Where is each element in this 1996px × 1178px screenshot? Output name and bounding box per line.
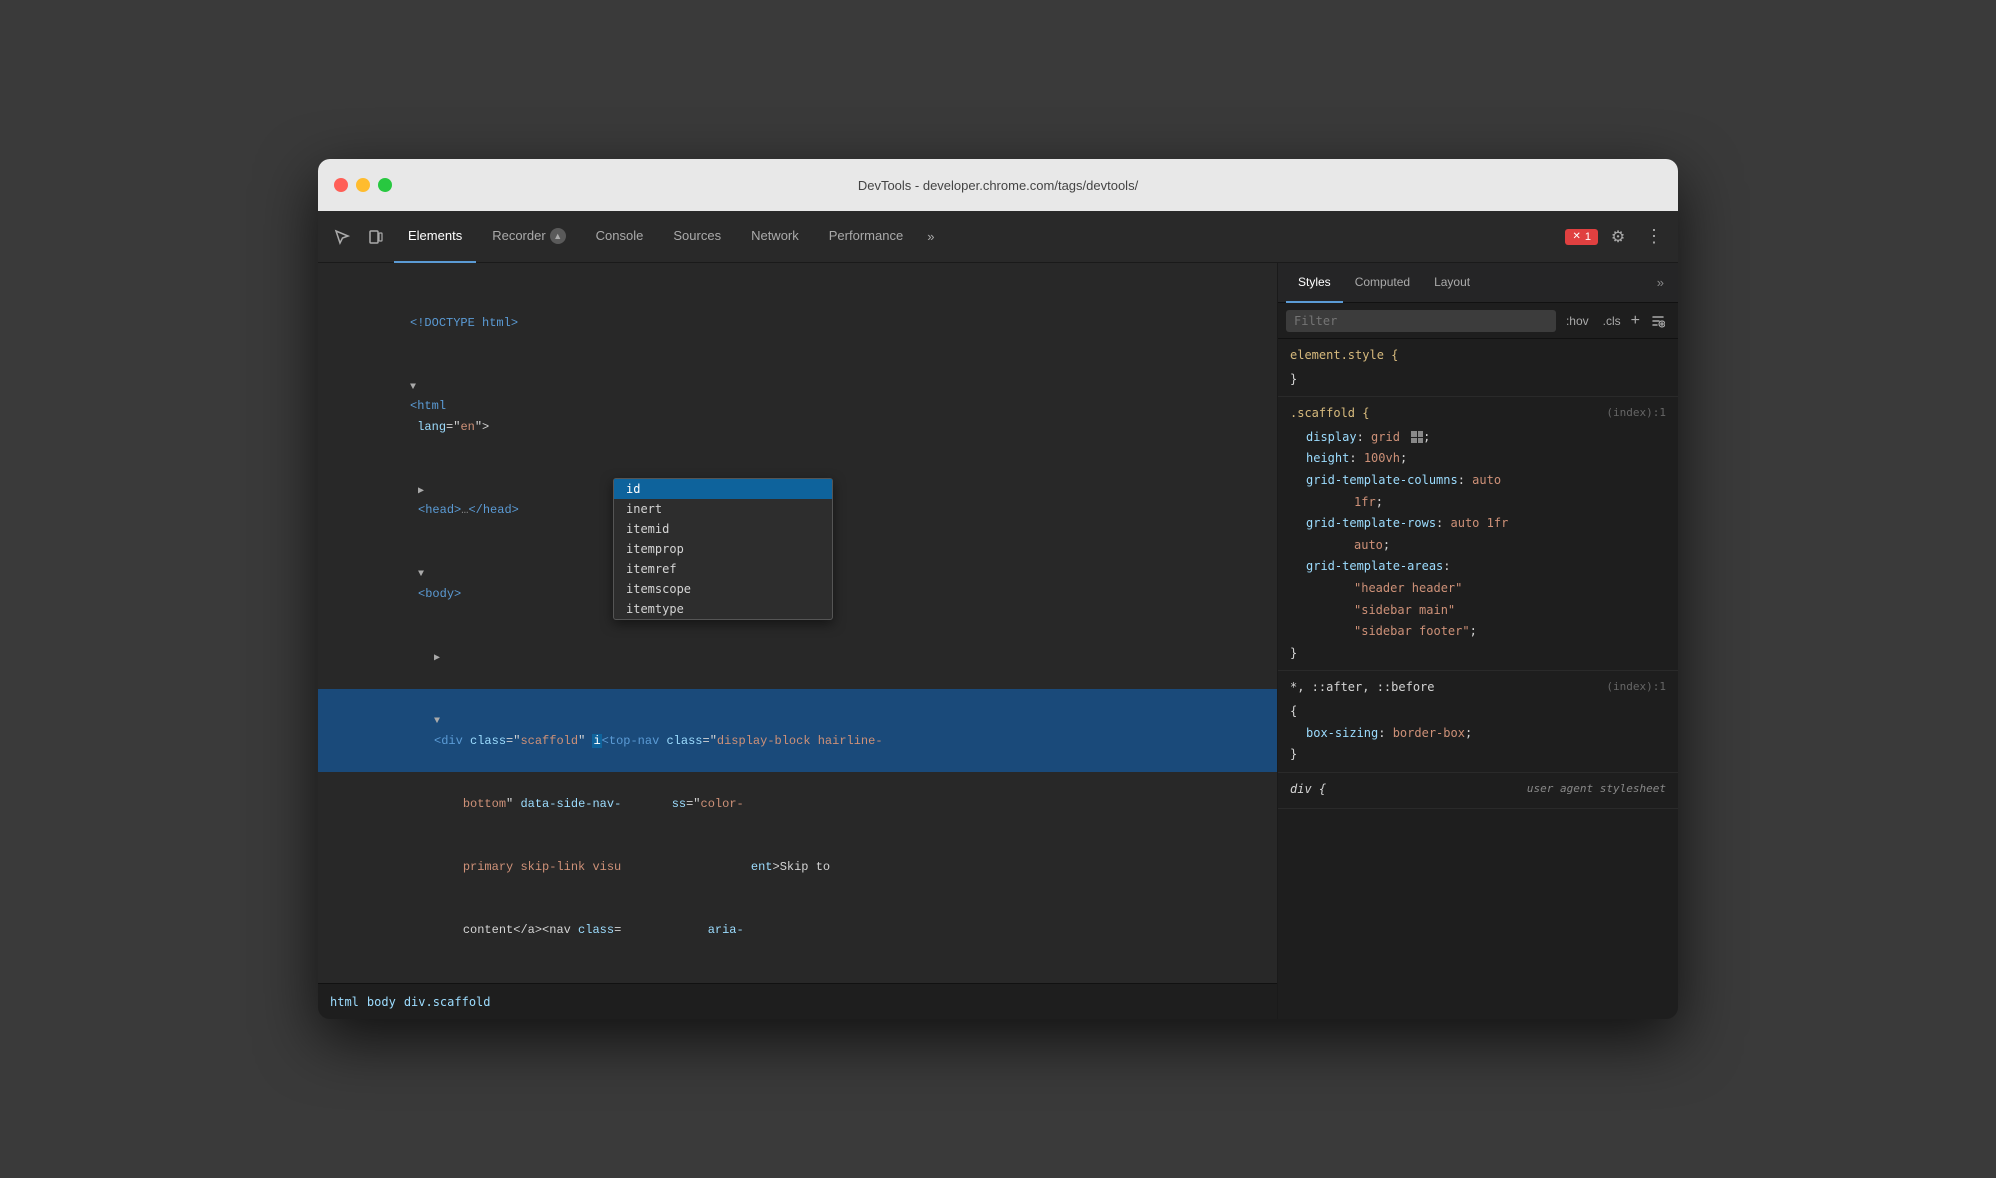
autocomplete-item-id[interactable]: id <box>614 479 832 499</box>
error-x-icon: ✕ <box>1572 231 1580 242</box>
element-style-rule: element.style { } <box>1278 339 1678 397</box>
expand-icon[interactable] <box>410 379 422 396</box>
breadcrumb-body[interactable]: body <box>367 995 396 1009</box>
prop-display[interactable]: display: grid ; <box>1290 427 1666 449</box>
tab-console[interactable]: Console <box>582 211 658 263</box>
dom-panel: <!DOCTYPE html> <html lang="en"> <head>…… <box>318 263 1278 1019</box>
title-bar: DevTools - developer.chrome.com/tags/dev… <box>318 159 1678 211</box>
rule-source-useragent: user agent stylesheet <box>1527 779 1666 799</box>
traffic-lights <box>334 178 392 192</box>
styles-filter-bar: :hov .cls + <box>1278 303 1678 339</box>
rule-selector-universal: *, ::after, ::before (index):1 <box>1290 677 1666 699</box>
maximize-button[interactable] <box>378 178 392 192</box>
styles-tabs: Styles Computed Layout » <box>1278 263 1678 303</box>
rule-selector-div: div { user agent stylesheet <box>1290 779 1666 801</box>
new-style-rule-icon[interactable] <box>1646 309 1670 333</box>
device-toggle-icon[interactable] <box>360 221 392 253</box>
more-style-tabs-button[interactable]: » <box>1651 275 1670 290</box>
autocomplete-item-itemid[interactable]: itemid <box>614 519 832 539</box>
dom-html-line[interactable]: <html lang="en"> <box>318 355 1277 459</box>
more-options-icon[interactable]: ⋮ <box>1638 221 1670 253</box>
tab-sources[interactable]: Sources <box>659 211 735 263</box>
more-tabs-button[interactable]: » <box>919 221 942 253</box>
grid-badge-icon[interactable] <box>1411 431 1423 443</box>
rule-source[interactable]: (index):1 <box>1606 403 1666 423</box>
dom-doctype-line: <!DOCTYPE html> <box>318 271 1277 355</box>
recorder-icon: ▲ <box>550 228 566 244</box>
expand-icon[interactable] <box>434 650 446 667</box>
autocomplete-item-itemprop[interactable]: itemprop <box>614 539 832 559</box>
prop-height[interactable]: height: 100vh; <box>1290 448 1666 470</box>
dom-selected-line[interactable]: <div class="scaffold" i<top-nav class="d… <box>318 689 1277 773</box>
dom-child-line[interactable] <box>318 626 1277 689</box>
breadcrumb-bar: html body div.scaffold <box>318 983 1277 1019</box>
breadcrumb-div-scaffold[interactable]: div.scaffold <box>404 995 491 1009</box>
autocomplete-item-itemtype[interactable]: itemtype <box>614 599 832 619</box>
expand-icon[interactable] <box>434 713 446 730</box>
devtools-window: DevTools - developer.chrome.com/tags/dev… <box>318 159 1678 1019</box>
pseudo-states-button[interactable]: :hov <box>1562 312 1593 330</box>
breadcrumb-html[interactable]: html <box>330 995 359 1009</box>
dom-line-5: label="Chrome Develope ss="display- <box>318 962 1277 983</box>
rule-selector-scaffold: .scaffold { (index):1 <box>1290 403 1666 425</box>
prop-grid-template-areas[interactable]: grid-template-areas: "header header" "si… <box>1290 556 1666 642</box>
expand-icon[interactable] <box>418 566 430 583</box>
autocomplete-list[interactable]: id inert itemid itemprop itemref itemsco… <box>613 478 833 620</box>
autocomplete-item-itemscope[interactable]: itemscope <box>614 579 832 599</box>
styles-panel: Styles Computed Layout » :hov .cls + <box>1278 263 1678 1019</box>
dom-line-4: content</a><nav class= aria- <box>318 899 1277 962</box>
styles-filter-input[interactable] <box>1286 310 1556 332</box>
cls-button[interactable]: .cls <box>1599 312 1625 330</box>
rule-selector: element.style { <box>1290 345 1666 367</box>
tab-styles[interactable]: Styles <box>1286 263 1343 303</box>
scaffold-rule: .scaffold { (index):1 display: grid ; <box>1278 397 1678 671</box>
prop-grid-template-rows[interactable]: grid-template-rows: auto 1fr auto; <box>1290 513 1666 556</box>
tab-computed[interactable]: Computed <box>1343 263 1422 303</box>
devtools-tab-bar: Elements Recorder ▲ Console Sources Netw… <box>318 211 1678 263</box>
div-useragent-rule: div { user agent stylesheet <box>1278 773 1678 810</box>
closing-brace: } <box>1290 643 1666 665</box>
autocomplete-item-inert[interactable]: inert <box>614 499 832 519</box>
error-badge[interactable]: ✕ 1 <box>1565 229 1598 245</box>
tab-recorder[interactable]: Recorder ▲ <box>478 211 579 263</box>
autocomplete-item-itemref[interactable]: itemref <box>614 559 832 579</box>
devtools-body: <!DOCTYPE html> <html lang="en"> <head>…… <box>318 263 1678 1019</box>
add-style-button[interactable]: + <box>1631 312 1640 330</box>
minimize-button[interactable] <box>356 178 370 192</box>
tab-layout[interactable]: Layout <box>1422 263 1482 303</box>
dom-line-2: bottom" data-side-nav- ss="color- <box>318 772 1277 835</box>
tab-performance[interactable]: Performance <box>815 211 917 263</box>
rule-source-universal[interactable]: (index):1 <box>1606 677 1666 697</box>
tab-right-controls: ✕ 1 ⚙ ⋮ <box>1565 221 1670 253</box>
inspect-element-icon[interactable] <box>326 221 358 253</box>
tab-elements[interactable]: Elements <box>394 211 476 263</box>
expand-icon[interactable] <box>418 483 430 500</box>
closing-brace: } <box>1290 369 1666 391</box>
expand-icon <box>410 295 422 312</box>
prop-grid-template-columns[interactable]: grid-template-columns: auto 1fr; <box>1290 470 1666 513</box>
tab-network[interactable]: Network <box>737 211 813 263</box>
prop-box-sizing[interactable]: box-sizing: border-box; <box>1290 723 1666 745</box>
dom-content[interactable]: <!DOCTYPE html> <html lang="en"> <head>…… <box>318 263 1277 983</box>
universal-rule: *, ::after, ::before (index):1 { box-siz… <box>1278 671 1678 772</box>
dom-line-3: primary skip-link visu ent>Skip to <box>318 836 1277 899</box>
closing-brace: } <box>1290 744 1666 766</box>
close-button[interactable] <box>334 178 348 192</box>
settings-icon[interactable]: ⚙ <box>1602 221 1634 253</box>
styles-content[interactable]: element.style { } .scaffold { (index):1 … <box>1278 339 1678 1019</box>
window-title: DevTools - developer.chrome.com/tags/dev… <box>858 178 1138 193</box>
